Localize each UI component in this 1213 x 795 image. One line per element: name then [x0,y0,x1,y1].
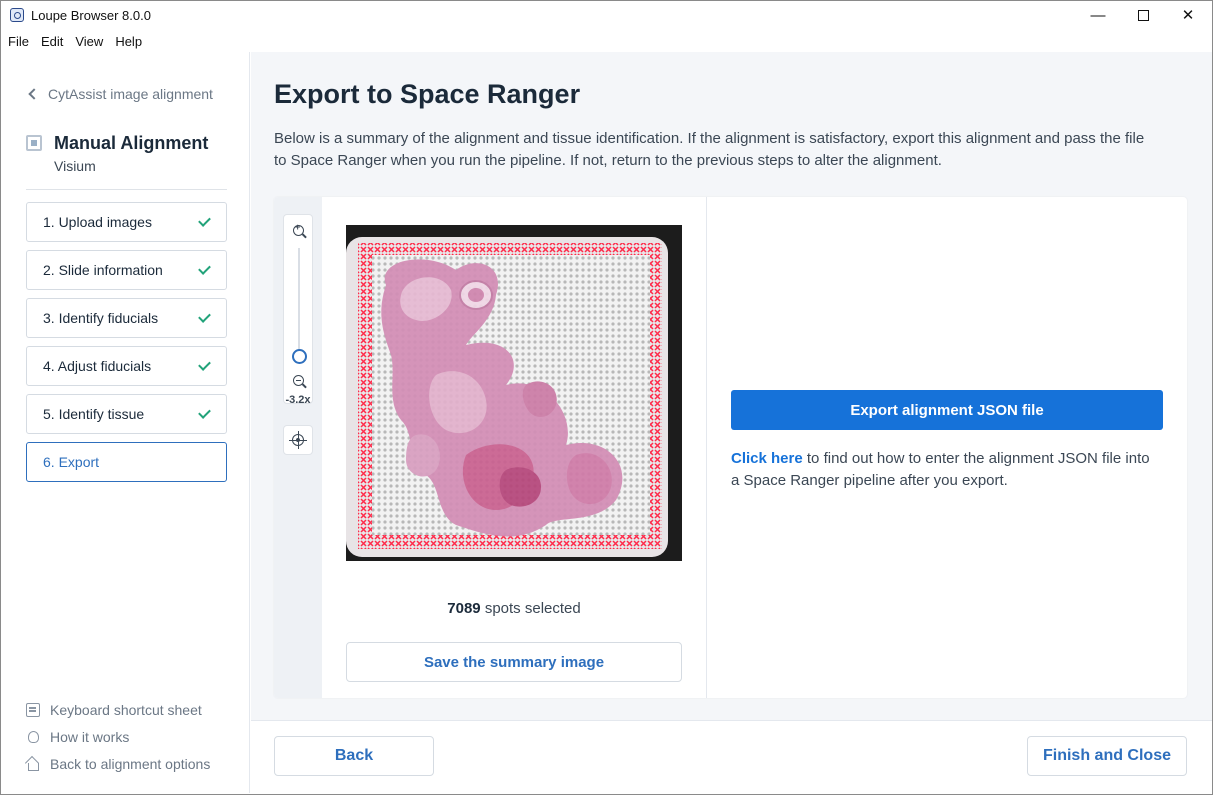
page-title: Export to Space Ranger [274,79,581,109]
finish-and-close-button[interactable]: Finish and Close [1027,736,1187,776]
zoom-in-icon[interactable] [293,222,304,236]
export-alignment-json-button[interactable]: Export alignment JSON file [731,390,1163,430]
step-export[interactable]: 6. Export [26,442,227,482]
back-to-cytassist-link[interactable]: CytAssist image alignment [26,86,213,102]
close-window-button[interactable]: ✕ [1165,0,1211,30]
back-button[interactable]: Back [274,736,434,776]
tissue-slide-image [346,225,682,561]
keyboard-shortcut-label: Keyboard shortcut sheet [50,702,202,718]
menu-file[interactable]: File [8,34,29,49]
back-to-alignment-options-link[interactable]: Back to alignment options [26,756,241,772]
home-icon [26,757,40,771]
checkmark-icon [198,406,211,419]
panel-divider [706,197,707,698]
chevron-left-icon [28,88,40,100]
zoom-slider-track[interactable] [298,248,300,363]
spots-suffix: spots selected [484,600,581,617]
step-label: 6. Export [43,454,100,470]
maximize-button[interactable] [1120,0,1166,30]
step-slide-information[interactable]: 2. Slide information [26,250,227,290]
checkmark-icon [198,262,211,275]
how-it-works-link[interactable]: How it works [26,729,241,745]
app-logo-icon [10,8,24,22]
page-description: Below is a summary of the alignment and … [274,130,1145,169]
step-label: 3. Identify fiducials [43,310,159,326]
menu-edit[interactable]: Edit [41,34,63,49]
minimize-button[interactable]: — [1075,0,1121,30]
window-title: Loupe Browser 8.0.0 [31,8,151,23]
checkmark-icon [198,358,211,371]
sidebar-divider [26,189,227,190]
step-adjust-fiducials[interactable]: 4. Adjust fiducials [26,346,227,386]
click-here-link[interactable]: Click here [731,450,803,467]
checkmark-icon [198,214,211,227]
back-to-options-label: Back to alignment options [50,756,211,772]
export-help-text: Click here to find out how to enter the … [731,448,1161,492]
save-summary-image-button[interactable]: Save the summary image [346,642,682,682]
keyboard-icon [26,703,40,717]
checkmark-icon [198,310,211,323]
sidebar: CytAssist image alignment Manual Alignme… [1,52,250,793]
zoom-level: -3.2x [285,394,311,406]
summary-panel: -3.2x [274,197,1187,698]
keyboard-shortcut-link[interactable]: Keyboard shortcut sheet [26,702,241,718]
step-upload-images[interactable]: 1. Upload images [26,202,227,242]
menu-help[interactable]: Help [115,34,142,49]
alignment-mode-icon [26,135,42,151]
mode-subtitle: Visium [54,158,96,174]
spots-count: 7089 [447,600,481,617]
zoom-out-icon[interactable] [293,375,304,386]
zoom-control [283,214,313,404]
step-list: 1. Upload images 2. Slide information 3.… [26,202,227,490]
step-label: 5. Identify tissue [43,406,145,422]
main-content: Export to Space Ranger Below is a summar… [251,52,1212,793]
lightbulb-icon [28,731,39,743]
step-label: 2. Slide information [43,262,163,278]
menu-bar: File Edit View Help [0,30,1213,52]
crosshair-icon-dot [296,438,300,442]
step-identify-tissue[interactable]: 5. Identify tissue [26,394,227,434]
maximize-icon [1137,9,1149,21]
step-label: 1. Upload images [43,214,152,230]
spots-selected-count: 7089 spots selected [322,600,706,617]
step-identify-fiducials[interactable]: 3. Identify fiducials [26,298,227,338]
step-label: 4. Adjust fiducials [43,358,152,374]
alignment-summary-image[interactable] [346,225,682,561]
back-link-label: CytAssist image alignment [48,86,213,102]
recenter-button[interactable] [283,425,313,455]
menu-view[interactable]: View [75,34,103,49]
how-it-works-label: How it works [50,729,130,745]
zoom-slider-handle[interactable] [292,349,307,364]
mode-title: Manual Alignment [54,133,209,153]
title-bar: Loupe Browser 8.0.0 — ✕ [0,0,1213,30]
zoom-toolbar: -3.2x [274,197,322,698]
